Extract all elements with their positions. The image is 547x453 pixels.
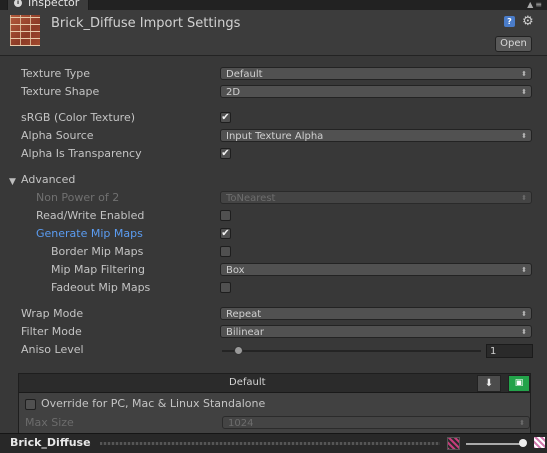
alpha-is-transparency-checkbox[interactable]: ✔ xyxy=(220,148,231,159)
fadeout-mip-maps-checkbox[interactable] xyxy=(220,282,231,293)
info-icon: i xyxy=(14,0,22,7)
generate-mip-maps-checkbox[interactable]: ✔ xyxy=(220,228,231,239)
override-label: Override for PC, Mac & Linux Standalone xyxy=(41,397,266,410)
read-write-checkbox[interactable] xyxy=(220,210,231,221)
texture-thumbnail xyxy=(10,15,40,46)
texture-shape-dropdown[interactable]: 2D ⬍ xyxy=(220,85,532,98)
window-menu-icon[interactable]: ▲≡ xyxy=(527,0,544,9)
dropdown-arrow-icon: ⬍ xyxy=(521,88,527,96)
wrap-mode-value: Repeat xyxy=(226,309,262,320)
filter-mode-label: Filter Mode xyxy=(21,325,82,338)
asset-title: Brick_Diffuse Import Settings xyxy=(51,16,241,31)
mip-map-filtering-label: Mip Map Filtering xyxy=(51,263,145,276)
non-power-of-2-label: Non Power of 2 xyxy=(36,191,120,204)
texture-shape-label: Texture Shape xyxy=(21,85,100,98)
window-tab-bar: i Inspector ▲≡ xyxy=(0,0,547,12)
dropdown-arrow-icon: ⬍ xyxy=(521,328,527,336)
preview-mip-slider[interactable] xyxy=(466,443,524,445)
preview-drag-handle[interactable] xyxy=(100,442,440,445)
dropdown-arrow-icon: ⬍ xyxy=(519,419,525,427)
aniso-level-label: Aniso Level xyxy=(21,343,84,356)
help-icon[interactable]: ? xyxy=(504,16,515,27)
aniso-level-slider-handle[interactable] xyxy=(234,346,243,355)
generate-mip-maps-label: Generate Mip Maps xyxy=(36,227,143,240)
max-size-value: 1024 xyxy=(228,418,254,429)
tab-inspector-label: Inspector xyxy=(28,0,80,9)
preview-title: Brick_Diffuse xyxy=(10,436,91,449)
inspector-header: Brick_Diffuse Import Settings ? ⚙ Open xyxy=(0,10,547,56)
non-power-of-2-dropdown: ToNearest ⬍ xyxy=(220,191,532,204)
aniso-level-field[interactable]: 1 xyxy=(486,344,533,358)
windows-platform-icon[interactable]: ▣ xyxy=(508,375,530,392)
dropdown-arrow-icon: ⬍ xyxy=(521,266,527,274)
download-icon[interactable]: ⬇ xyxy=(477,375,501,392)
texture-type-dropdown[interactable]: Default ⬍ xyxy=(220,67,532,80)
alpha-source-label: Alpha Source xyxy=(21,129,94,142)
platform-tab-bar: Default ⬇ ▣ xyxy=(19,374,530,393)
mip-map-filtering-value: Box xyxy=(226,265,245,276)
dropdown-arrow-icon: ⬍ xyxy=(521,194,527,202)
alpha-is-transparency-label: Alpha Is Transparency xyxy=(21,147,142,160)
non-power-of-2-value: ToNearest xyxy=(226,193,276,204)
filter-mode-value: Bilinear xyxy=(226,327,264,338)
fadeout-mip-maps-label: Fadeout Mip Maps xyxy=(51,281,151,294)
mip-map-filtering-dropdown[interactable]: Box ⬍ xyxy=(220,263,532,276)
filter-mode-dropdown[interactable]: Bilinear ⬍ xyxy=(220,325,532,338)
preview-bar: Brick_Diffuse xyxy=(0,433,547,453)
alpha-source-dropdown[interactable]: Input Texture Alpha ⬍ xyxy=(220,129,532,142)
srgb-label: sRGB (Color Texture) xyxy=(21,111,136,124)
override-checkbox[interactable] xyxy=(25,399,36,410)
gear-icon[interactable]: ⚙ xyxy=(522,14,534,29)
advanced-foldout-icon[interactable]: ▼ xyxy=(9,177,16,187)
read-write-label: Read/Write Enabled xyxy=(36,209,145,222)
dropdown-arrow-icon: ⬍ xyxy=(521,132,527,140)
wrap-mode-label: Wrap Mode xyxy=(21,307,84,320)
border-mip-maps-checkbox[interactable] xyxy=(220,246,231,257)
dropdown-arrow-icon: ⬍ xyxy=(521,310,527,318)
texture-type-label: Texture Type xyxy=(21,67,91,80)
tab-default[interactable]: Default xyxy=(229,377,266,388)
advanced-foldout-label[interactable]: Advanced xyxy=(21,173,75,186)
dropdown-arrow-icon: ⬍ xyxy=(521,70,527,78)
wrap-mode-dropdown[interactable]: Repeat ⬍ xyxy=(220,307,532,320)
border-mip-maps-label: Border Mip Maps xyxy=(51,245,144,258)
srgb-checkbox[interactable]: ✔ xyxy=(220,112,231,123)
aniso-level-slider-track[interactable] xyxy=(222,350,481,352)
max-size-label: Max Size xyxy=(25,416,74,429)
max-size-dropdown: 1024 ⬍ xyxy=(222,416,530,429)
texture-shape-value: 2D xyxy=(226,87,241,98)
alpha-toggle-icon[interactable] xyxy=(534,437,545,448)
texture-type-value: Default xyxy=(226,69,263,80)
open-button[interactable]: Open xyxy=(495,36,532,52)
alpha-source-value: Input Texture Alpha xyxy=(226,131,324,142)
preview-mip-slider-handle[interactable] xyxy=(519,439,527,447)
rgb-toggle-icon[interactable] xyxy=(447,437,460,450)
